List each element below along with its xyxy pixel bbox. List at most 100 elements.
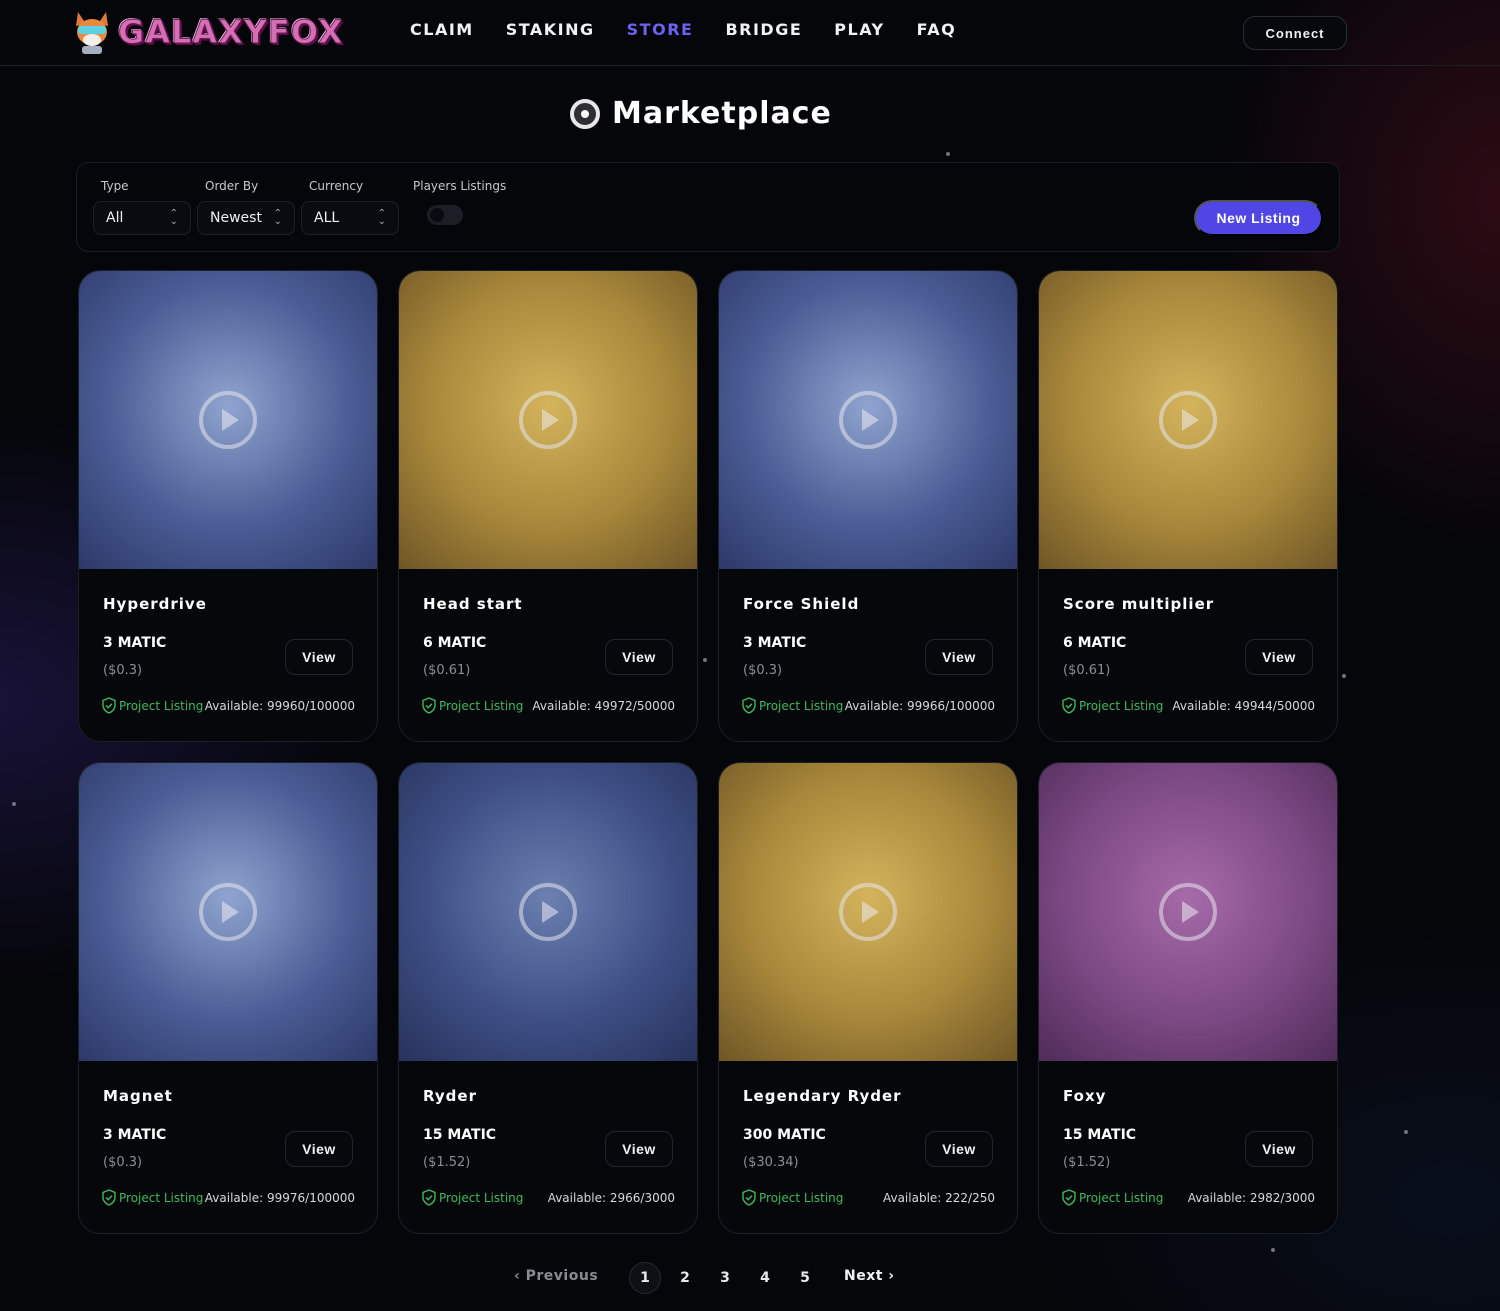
project-listing-label: Project Listing	[439, 698, 524, 713]
listing-card[interactable]: Foxy 15 MATIC ($1.52) View Project Listi…	[1038, 762, 1338, 1234]
shield-check-icon	[102, 1189, 116, 1206]
item-usd-price: ($0.3)	[103, 663, 143, 678]
view-button[interactable]: View	[285, 1131, 353, 1167]
project-listing-badge: Project Listing	[1061, 1189, 1163, 1206]
type-filter: Type All ⌃ ⌄	[93, 179, 191, 235]
currency-select[interactable]: ALL ⌃ ⌄	[301, 201, 399, 235]
order-by-value: Newest	[210, 210, 262, 226]
listing-card[interactable]: Score multiplier 6 MATIC ($0.61) View Pr…	[1038, 270, 1338, 742]
page-4-button[interactable]: 4	[749, 1262, 781, 1294]
nav-link-claim[interactable]: CLAIM	[410, 20, 474, 39]
item-name: Force Shield	[743, 595, 860, 613]
view-button[interactable]: View	[285, 639, 353, 675]
star	[1271, 1248, 1275, 1252]
listing-card[interactable]: Head start 6 MATIC ($0.61) View Project …	[398, 270, 698, 742]
star	[946, 152, 950, 156]
project-listing-label: Project Listing	[119, 1190, 204, 1205]
item-preview-image[interactable]	[1039, 763, 1337, 1061]
project-listing-label: Project Listing	[1079, 698, 1164, 713]
view-button[interactable]: View	[925, 1131, 993, 1167]
listing-card[interactable]: Magnet 3 MATIC ($0.3) View Project Listi…	[78, 762, 378, 1234]
availability-count: Available: 2966/3000	[547, 1191, 675, 1205]
players-listings-toggle[interactable]	[427, 205, 463, 225]
view-button[interactable]: View	[1245, 639, 1313, 675]
shield-check-icon	[102, 697, 116, 714]
item-preview-image[interactable]	[719, 763, 1017, 1061]
page-3-button[interactable]: 3	[709, 1262, 741, 1294]
view-button[interactable]: View	[605, 1131, 673, 1167]
item-usd-price: ($0.61)	[423, 663, 471, 678]
project-listing-label: Project Listing	[759, 1190, 844, 1205]
project-listing-label: Project Listing	[119, 698, 204, 713]
item-price: 6 MATIC	[423, 635, 487, 651]
page-1-button[interactable]: 1	[629, 1262, 661, 1294]
availability-count: Available: 222/250	[882, 1191, 995, 1205]
next-page-button[interactable]: Next ›	[844, 1268, 895, 1284]
item-price: 3 MATIC	[103, 635, 167, 651]
star	[703, 658, 707, 662]
project-listing-badge: Project Listing	[741, 1189, 843, 1206]
type-select[interactable]: All ⌃ ⌄	[93, 201, 191, 235]
item-usd-price: ($0.61)	[1063, 663, 1111, 678]
project-listing-badge: Project Listing	[101, 1189, 203, 1206]
sort-arrows-icon: ⌃ ⌄	[377, 208, 386, 227]
item-preview-image[interactable]	[719, 271, 1017, 569]
new-listing-button[interactable]: New Listing	[1194, 200, 1323, 236]
item-preview-image[interactable]	[399, 763, 697, 1061]
fox-mascot-icon	[76, 12, 108, 54]
listing-card[interactable]: Ryder 15 MATIC ($1.52) View Project List…	[398, 762, 698, 1234]
currency-value: ALL	[314, 210, 340, 226]
item-name: Foxy	[1063, 1087, 1107, 1105]
players-listings-label: Players Listings	[413, 179, 507, 193]
nav-link-store[interactable]: STORE	[627, 20, 694, 39]
nav-link-play[interactable]: PLAY	[834, 20, 884, 39]
item-preview-image[interactable]	[1039, 271, 1337, 569]
page-2-button[interactable]: 2	[669, 1262, 701, 1294]
nav-link-bridge[interactable]: BRIDGE	[725, 20, 802, 39]
brand-logo[interactable]: GALAXYFOX	[72, 8, 344, 56]
play-video-icon[interactable]	[839, 883, 897, 941]
listing-card[interactable]: Legendary Ryder 300 MATIC ($30.34) View …	[718, 762, 1018, 1234]
previous-page-button[interactable]: ‹ Previous	[514, 1268, 598, 1284]
currency-filter: Currency ALL ⌃ ⌄	[301, 179, 399, 235]
play-video-icon[interactable]	[519, 391, 577, 449]
view-button[interactable]: View	[605, 639, 673, 675]
project-listing-badge: Project Listing	[1061, 697, 1163, 714]
play-video-icon[interactable]	[519, 883, 577, 941]
star	[12, 802, 16, 806]
page-title: Marketplace	[612, 96, 832, 131]
nav-link-faq[interactable]: FAQ	[917, 20, 957, 39]
item-price: 15 MATIC	[1063, 1127, 1137, 1143]
play-video-icon[interactable]	[199, 391, 257, 449]
listing-card[interactable]: Hyperdrive 3 MATIC ($0.3) View Project L…	[78, 270, 378, 742]
view-button[interactable]: View	[925, 639, 993, 675]
item-preview-image[interactable]	[79, 763, 377, 1061]
availability-count: Available: 99976/100000	[204, 1191, 355, 1205]
order-by-select[interactable]: Newest ⌃ ⌄	[197, 201, 295, 235]
shield-check-icon	[742, 1189, 756, 1206]
item-price: 15 MATIC	[423, 1127, 497, 1143]
page-5-button[interactable]: 5	[789, 1262, 821, 1294]
project-listing-badge: Project Listing	[101, 697, 203, 714]
availability-count: Available: 99960/100000	[204, 699, 355, 713]
view-button[interactable]: View	[1245, 1131, 1313, 1167]
order-by-label: Order By	[205, 179, 259, 193]
pagination: ‹ Previous 1 2 3 4 5 Next ›	[0, 1262, 1500, 1294]
nav-link-staking[interactable]: STAKING	[506, 20, 595, 39]
listing-card[interactable]: Force Shield 3 MATIC ($0.3) View Project…	[718, 270, 1018, 742]
item-preview-image[interactable]	[399, 271, 697, 569]
star	[1404, 1130, 1408, 1134]
play-video-icon[interactable]	[199, 883, 257, 941]
logo-wordmark: GALAXYFOX	[118, 13, 344, 52]
project-listing-label: Project Listing	[1079, 1190, 1164, 1205]
players-listings-filter: Players Listings	[405, 179, 506, 225]
project-listing-badge: Project Listing	[741, 697, 843, 714]
play-video-icon[interactable]	[1159, 391, 1217, 449]
sort-arrows-icon: ⌃ ⌄	[169, 208, 178, 227]
item-preview-image[interactable]	[79, 271, 377, 569]
connect-wallet-button[interactable]: Connect	[1243, 16, 1347, 50]
play-video-icon[interactable]	[839, 391, 897, 449]
play-video-icon[interactable]	[1159, 883, 1217, 941]
shield-check-icon	[422, 697, 436, 714]
order-by-filter: Order By Newest ⌃ ⌄	[197, 179, 295, 235]
